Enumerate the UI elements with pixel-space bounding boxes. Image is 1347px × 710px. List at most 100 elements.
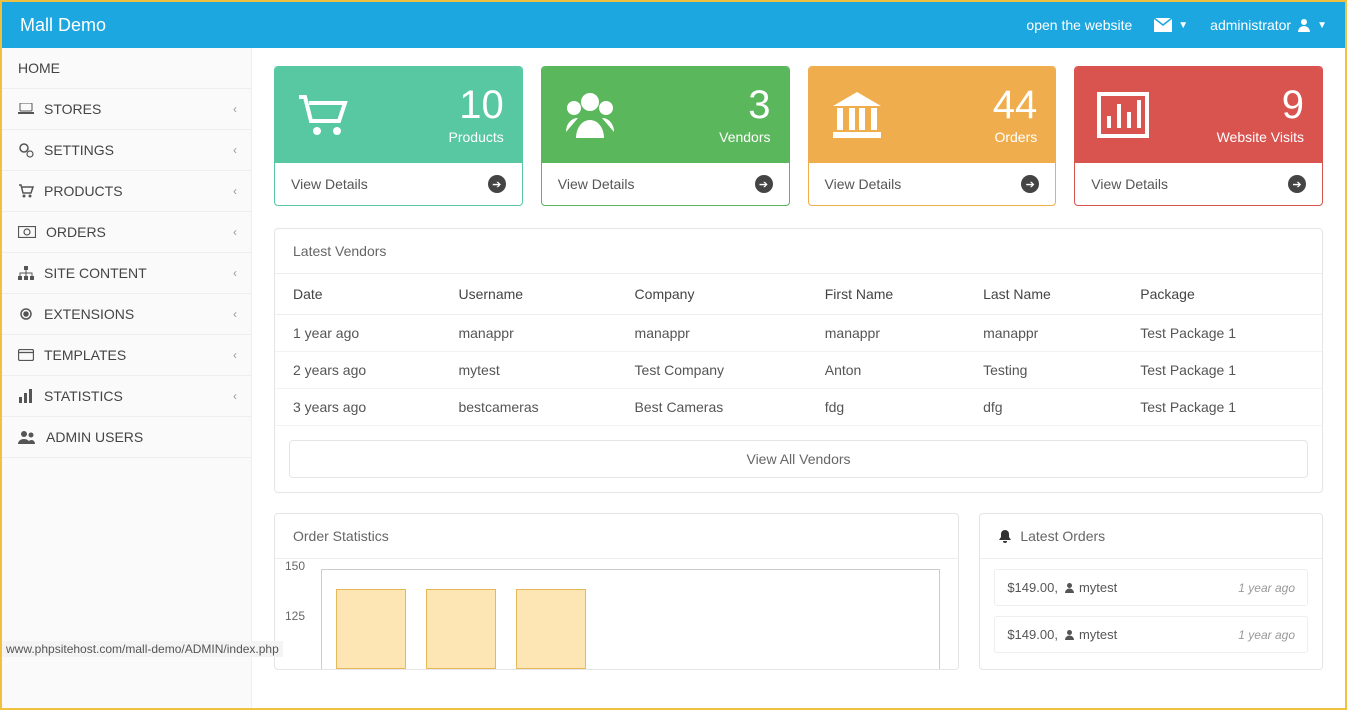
table-cell: fdg — [807, 389, 965, 426]
table-cell: dfg — [965, 389, 1122, 426]
sidebar-item-label: ORDERS — [46, 224, 106, 240]
view-details-link[interactable]: View Details➔ — [542, 163, 789, 205]
order-ago: 1 year ago — [1238, 628, 1295, 642]
money-icon — [18, 226, 36, 238]
chevron-left-icon: ‹ — [233, 389, 237, 403]
cart-icon — [293, 85, 353, 145]
chevron-left-icon: ‹ — [233, 348, 237, 362]
order-item[interactable]: $149.00, mytest 1 year ago — [994, 616, 1308, 653]
chevron-left-icon: ‹ — [233, 225, 237, 239]
sidebar: HOME STORES ‹ SETTINGS ‹ PRODUCTS ‹ ORDE… — [2, 48, 252, 708]
sidebar-item-admin-users[interactable]: ADMIN USERS — [2, 417, 251, 458]
bell-icon — [998, 529, 1012, 543]
sidebar-item-label: PRODUCTS — [44, 183, 123, 199]
caret-down-icon: ▼ — [1178, 20, 1188, 31]
chevron-left-icon: ‹ — [233, 307, 237, 321]
card-vendors: 3 Vendors View Details➔ — [541, 66, 790, 206]
sidebar-item-site-content[interactable]: SITE CONTENT ‹ — [2, 253, 251, 294]
card-label: Products — [353, 129, 504, 145]
col-lastname: Last Name — [965, 274, 1122, 315]
table-cell: mytest — [440, 352, 616, 389]
status-bar-url: www.phpsitehost.com/mall-demo/ADMIN/inde… — [2, 641, 283, 657]
card-label: Vendors — [620, 129, 771, 145]
view-details-link[interactable]: View Details➔ — [275, 163, 522, 205]
card-value: 44 — [887, 85, 1038, 125]
sitemap-icon — [18, 266, 34, 280]
col-date: Date — [275, 274, 440, 315]
arrow-right-icon: ➔ — [1021, 175, 1039, 193]
bank-icon — [827, 85, 887, 145]
order-item[interactable]: $149.00, mytest1 year ago — [994, 569, 1308, 606]
sidebar-item-orders[interactable]: ORDERS ‹ — [2, 212, 251, 253]
sidebar-item-statistics[interactable]: STATISTICS ‹ — [2, 376, 251, 417]
stat-cards-row: 10Products View Details➔ 3 Vendors View D… — [274, 66, 1323, 206]
latest-vendors-panel: Latest Vendors Date Username Company Fir… — [274, 228, 1323, 493]
col-package: Package — [1122, 274, 1322, 315]
users-icon — [18, 430, 36, 444]
card-visits: 9Website Visits View Details➔ — [1074, 66, 1323, 206]
open-website-link[interactable]: open the website — [1026, 17, 1132, 33]
sidebar-item-templates[interactable]: TEMPLATES ‹ — [2, 335, 251, 376]
ytick: 150 — [285, 559, 305, 573]
sidebar-item-label: TEMPLATES — [44, 347, 126, 363]
sidebar-item-extensions[interactable]: EXTENSIONS ‹ — [2, 294, 251, 335]
caret-down-icon: ▼ — [1317, 20, 1327, 31]
sidebar-item-label: SETTINGS — [44, 142, 114, 158]
table-cell: 3 years ago — [275, 389, 440, 426]
sidebar-item-stores[interactable]: STORES ‹ — [2, 89, 251, 130]
gear-icon — [18, 306, 34, 322]
sidebar-item-label: SITE CONTENT — [44, 265, 147, 281]
arrow-right-icon: ➔ — [488, 175, 506, 193]
user-icon — [1297, 18, 1311, 32]
table-row: 3 years agobestcamerasBest Camerasfdgdfg… — [275, 389, 1322, 426]
users-icon — [560, 85, 620, 145]
envelope-icon — [1154, 18, 1172, 32]
admin-menu[interactable]: administrator ▼ — [1210, 17, 1327, 33]
cogs-icon — [18, 142, 34, 158]
sidebar-item-label: STORES — [44, 101, 101, 117]
table-cell: Test Company — [617, 352, 807, 389]
sidebar-item-label: HOME — [18, 60, 60, 76]
card-products: 10Products View Details➔ — [274, 66, 523, 206]
vendors-table: Date Username Company First Name Last Na… — [275, 274, 1322, 426]
table-cell: Best Cameras — [617, 389, 807, 426]
card-orders: 44 Orders View Details➔ — [808, 66, 1057, 206]
chevron-left-icon: ‹ — [233, 266, 237, 280]
panel-title: Latest Orders — [980, 514, 1322, 559]
view-all-vendors-button[interactable]: View All Vendors — [289, 440, 1308, 478]
table-cell: Testing — [965, 352, 1122, 389]
arrow-right-icon: ➔ — [755, 175, 773, 193]
order-amount: $149.00, — [1007, 580, 1058, 595]
order-user: mytest — [1079, 627, 1117, 642]
card-value: 3 — [620, 85, 771, 125]
sidebar-item-products[interactable]: PRODUCTS ‹ — [2, 171, 251, 212]
card-label: Orders — [887, 129, 1038, 145]
chevron-left-icon: ‹ — [233, 184, 237, 198]
table-cell: 2 years ago — [275, 352, 440, 389]
latest-orders-panel: Latest Orders $149.00, mytest 1 year ago $… — [979, 513, 1323, 670]
messages-button[interactable]: ▼ — [1154, 18, 1188, 32]
card-label: Website Visits — [1153, 129, 1304, 145]
sidebar-item-label: STATISTICS — [44, 388, 123, 404]
chevron-left-icon: ‹ — [233, 143, 237, 157]
table-cell: manappr — [807, 315, 965, 352]
sidebar-item-settings[interactable]: SETTINGS ‹ — [2, 130, 251, 171]
view-details-link[interactable]: View Details➔ — [1075, 163, 1322, 205]
table-cell: Test Package 1 — [1122, 352, 1322, 389]
view-details-link[interactable]: View Details➔ — [809, 163, 1056, 205]
window-icon — [18, 349, 34, 361]
table-cell: manappr — [965, 315, 1122, 352]
col-firstname: First Name — [807, 274, 965, 315]
sidebar-item-label: EXTENSIONS — [44, 306, 134, 322]
table-cell: Test Package 1 — [1122, 389, 1322, 426]
order-amount: $149.00, — [1007, 627, 1058, 642]
sidebar-item-label: ADMIN USERS — [46, 429, 143, 445]
bar-chart-icon — [18, 389, 34, 403]
sidebar-item-home[interactable]: HOME — [2, 48, 251, 89]
panel-title: Latest Vendors — [275, 229, 1322, 274]
table-cell: 1 year ago — [275, 315, 440, 352]
table-cell: manappr — [440, 315, 616, 352]
user-icon — [1064, 629, 1075, 640]
table-row: 1 year agomanapprmanapprmanapprmanapprTe… — [275, 315, 1322, 352]
panel-title: Order Statistics — [275, 514, 958, 559]
